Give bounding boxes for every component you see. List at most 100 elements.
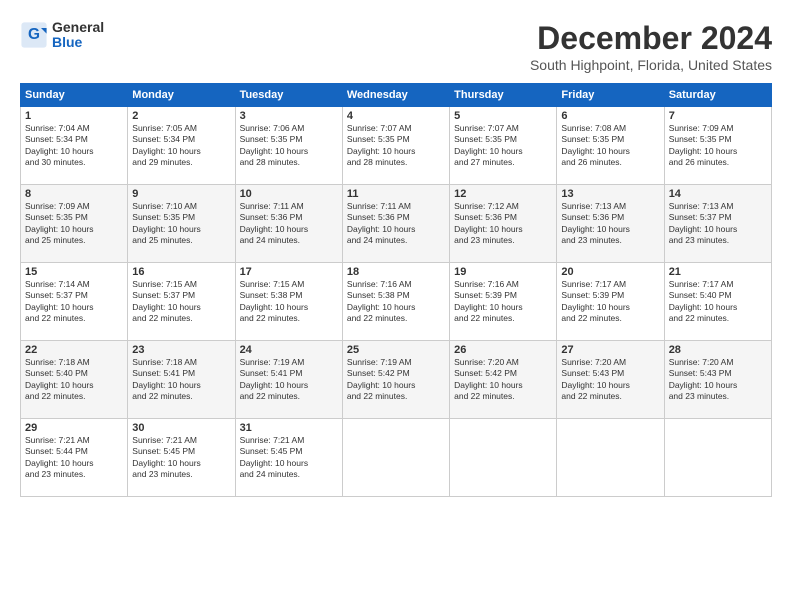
day-number: 8 bbox=[25, 188, 123, 200]
title-block: December 2024 South Highpoint, Florida, … bbox=[530, 20, 772, 73]
day-number: 2 bbox=[132, 110, 230, 122]
day-info: Sunrise: 7:20 AM Sunset: 5:43 PM Dayligh… bbox=[561, 357, 659, 403]
calendar-week-1: 1Sunrise: 7:04 AM Sunset: 5:34 PM Daylig… bbox=[21, 107, 772, 185]
day-info: Sunrise: 7:21 AM Sunset: 5:45 PM Dayligh… bbox=[132, 435, 230, 481]
day-number: 20 bbox=[561, 266, 659, 278]
day-number: 14 bbox=[669, 188, 767, 200]
month-title: December 2024 bbox=[530, 20, 772, 57]
calendar-cell: 23Sunrise: 7:18 AM Sunset: 5:41 PM Dayli… bbox=[128, 341, 235, 419]
header: G General Blue December 2024 South Highp… bbox=[20, 20, 772, 73]
day-info: Sunrise: 7:14 AM Sunset: 5:37 PM Dayligh… bbox=[25, 279, 123, 325]
day-number: 31 bbox=[240, 422, 338, 434]
day-info: Sunrise: 7:13 AM Sunset: 5:36 PM Dayligh… bbox=[561, 201, 659, 247]
calendar-cell: 21Sunrise: 7:17 AM Sunset: 5:40 PM Dayli… bbox=[664, 263, 771, 341]
calendar-cell: 9Sunrise: 7:10 AM Sunset: 5:35 PM Daylig… bbox=[128, 185, 235, 263]
calendar-header-friday: Friday bbox=[557, 84, 664, 107]
calendar-cell: 18Sunrise: 7:16 AM Sunset: 5:38 PM Dayli… bbox=[342, 263, 449, 341]
day-info: Sunrise: 7:18 AM Sunset: 5:40 PM Dayligh… bbox=[25, 357, 123, 403]
calendar-cell: 10Sunrise: 7:11 AM Sunset: 5:36 PM Dayli… bbox=[235, 185, 342, 263]
calendar-cell: 25Sunrise: 7:19 AM Sunset: 5:42 PM Dayli… bbox=[342, 341, 449, 419]
day-info: Sunrise: 7:11 AM Sunset: 5:36 PM Dayligh… bbox=[240, 201, 338, 247]
day-info: Sunrise: 7:19 AM Sunset: 5:41 PM Dayligh… bbox=[240, 357, 338, 403]
calendar-cell: 28Sunrise: 7:20 AM Sunset: 5:43 PM Dayli… bbox=[664, 341, 771, 419]
calendar-header-wednesday: Wednesday bbox=[342, 84, 449, 107]
day-number: 29 bbox=[25, 422, 123, 434]
day-number: 24 bbox=[240, 344, 338, 356]
logo-icon: G bbox=[20, 21, 48, 49]
day-number: 25 bbox=[347, 344, 445, 356]
calendar-header-monday: Monday bbox=[128, 84, 235, 107]
calendar-cell: 27Sunrise: 7:20 AM Sunset: 5:43 PM Dayli… bbox=[557, 341, 664, 419]
logo-blue: Blue bbox=[52, 35, 104, 50]
day-number: 11 bbox=[347, 188, 445, 200]
calendar-cell: 26Sunrise: 7:20 AM Sunset: 5:42 PM Dayli… bbox=[450, 341, 557, 419]
calendar-week-2: 8Sunrise: 7:09 AM Sunset: 5:35 PM Daylig… bbox=[21, 185, 772, 263]
calendar-header-row: SundayMondayTuesdayWednesdayThursdayFrid… bbox=[21, 84, 772, 107]
calendar-cell bbox=[664, 419, 771, 497]
calendar-cell: 6Sunrise: 7:08 AM Sunset: 5:35 PM Daylig… bbox=[557, 107, 664, 185]
day-info: Sunrise: 7:17 AM Sunset: 5:40 PM Dayligh… bbox=[669, 279, 767, 325]
calendar-cell bbox=[450, 419, 557, 497]
day-number: 7 bbox=[669, 110, 767, 122]
day-info: Sunrise: 7:15 AM Sunset: 5:38 PM Dayligh… bbox=[240, 279, 338, 325]
day-info: Sunrise: 7:21 AM Sunset: 5:45 PM Dayligh… bbox=[240, 435, 338, 481]
logo: G General Blue bbox=[20, 20, 104, 51]
day-number: 19 bbox=[454, 266, 552, 278]
calendar-cell: 14Sunrise: 7:13 AM Sunset: 5:37 PM Dayli… bbox=[664, 185, 771, 263]
calendar-cell bbox=[342, 419, 449, 497]
day-number: 30 bbox=[132, 422, 230, 434]
calendar-cell: 16Sunrise: 7:15 AM Sunset: 5:37 PM Dayli… bbox=[128, 263, 235, 341]
day-info: Sunrise: 7:20 AM Sunset: 5:42 PM Dayligh… bbox=[454, 357, 552, 403]
day-info: Sunrise: 7:17 AM Sunset: 5:39 PM Dayligh… bbox=[561, 279, 659, 325]
calendar-cell: 20Sunrise: 7:17 AM Sunset: 5:39 PM Dayli… bbox=[557, 263, 664, 341]
day-number: 13 bbox=[561, 188, 659, 200]
calendar-cell: 11Sunrise: 7:11 AM Sunset: 5:36 PM Dayli… bbox=[342, 185, 449, 263]
day-number: 17 bbox=[240, 266, 338, 278]
calendar-cell: 8Sunrise: 7:09 AM Sunset: 5:35 PM Daylig… bbox=[21, 185, 128, 263]
page: G General Blue December 2024 South Highp… bbox=[0, 0, 792, 612]
day-number: 16 bbox=[132, 266, 230, 278]
calendar-cell: 30Sunrise: 7:21 AM Sunset: 5:45 PM Dayli… bbox=[128, 419, 235, 497]
day-info: Sunrise: 7:19 AM Sunset: 5:42 PM Dayligh… bbox=[347, 357, 445, 403]
day-info: Sunrise: 7:06 AM Sunset: 5:35 PM Dayligh… bbox=[240, 123, 338, 169]
day-number: 6 bbox=[561, 110, 659, 122]
day-number: 15 bbox=[25, 266, 123, 278]
day-info: Sunrise: 7:09 AM Sunset: 5:35 PM Dayligh… bbox=[25, 201, 123, 247]
day-info: Sunrise: 7:16 AM Sunset: 5:38 PM Dayligh… bbox=[347, 279, 445, 325]
day-info: Sunrise: 7:04 AM Sunset: 5:34 PM Dayligh… bbox=[25, 123, 123, 169]
day-info: Sunrise: 7:10 AM Sunset: 5:35 PM Dayligh… bbox=[132, 201, 230, 247]
calendar-cell: 5Sunrise: 7:07 AM Sunset: 5:35 PM Daylig… bbox=[450, 107, 557, 185]
day-number: 27 bbox=[561, 344, 659, 356]
day-number: 1 bbox=[25, 110, 123, 122]
svg-text:G: G bbox=[28, 27, 40, 44]
day-number: 22 bbox=[25, 344, 123, 356]
calendar-header-saturday: Saturday bbox=[664, 84, 771, 107]
day-info: Sunrise: 7:07 AM Sunset: 5:35 PM Dayligh… bbox=[454, 123, 552, 169]
day-info: Sunrise: 7:12 AM Sunset: 5:36 PM Dayligh… bbox=[454, 201, 552, 247]
day-info: Sunrise: 7:07 AM Sunset: 5:35 PM Dayligh… bbox=[347, 123, 445, 169]
logo-text: General Blue bbox=[52, 20, 104, 51]
day-info: Sunrise: 7:18 AM Sunset: 5:41 PM Dayligh… bbox=[132, 357, 230, 403]
day-info: Sunrise: 7:11 AM Sunset: 5:36 PM Dayligh… bbox=[347, 201, 445, 247]
day-info: Sunrise: 7:05 AM Sunset: 5:34 PM Dayligh… bbox=[132, 123, 230, 169]
calendar-cell: 15Sunrise: 7:14 AM Sunset: 5:37 PM Dayli… bbox=[21, 263, 128, 341]
calendar-cell: 31Sunrise: 7:21 AM Sunset: 5:45 PM Dayli… bbox=[235, 419, 342, 497]
calendar-week-5: 29Sunrise: 7:21 AM Sunset: 5:44 PM Dayli… bbox=[21, 419, 772, 497]
day-number: 28 bbox=[669, 344, 767, 356]
calendar-cell bbox=[557, 419, 664, 497]
calendar-cell: 7Sunrise: 7:09 AM Sunset: 5:35 PM Daylig… bbox=[664, 107, 771, 185]
day-info: Sunrise: 7:15 AM Sunset: 5:37 PM Dayligh… bbox=[132, 279, 230, 325]
day-number: 23 bbox=[132, 344, 230, 356]
location: South Highpoint, Florida, United States bbox=[530, 57, 772, 73]
day-info: Sunrise: 7:08 AM Sunset: 5:35 PM Dayligh… bbox=[561, 123, 659, 169]
day-number: 10 bbox=[240, 188, 338, 200]
calendar-cell: 12Sunrise: 7:12 AM Sunset: 5:36 PM Dayli… bbox=[450, 185, 557, 263]
calendar-cell: 17Sunrise: 7:15 AM Sunset: 5:38 PM Dayli… bbox=[235, 263, 342, 341]
day-info: Sunrise: 7:21 AM Sunset: 5:44 PM Dayligh… bbox=[25, 435, 123, 481]
day-info: Sunrise: 7:20 AM Sunset: 5:43 PM Dayligh… bbox=[669, 357, 767, 403]
day-info: Sunrise: 7:13 AM Sunset: 5:37 PM Dayligh… bbox=[669, 201, 767, 247]
calendar-cell: 1Sunrise: 7:04 AM Sunset: 5:34 PM Daylig… bbox=[21, 107, 128, 185]
day-number: 12 bbox=[454, 188, 552, 200]
calendar-cell: 29Sunrise: 7:21 AM Sunset: 5:44 PM Dayli… bbox=[21, 419, 128, 497]
calendar-cell: 2Sunrise: 7:05 AM Sunset: 5:34 PM Daylig… bbox=[128, 107, 235, 185]
